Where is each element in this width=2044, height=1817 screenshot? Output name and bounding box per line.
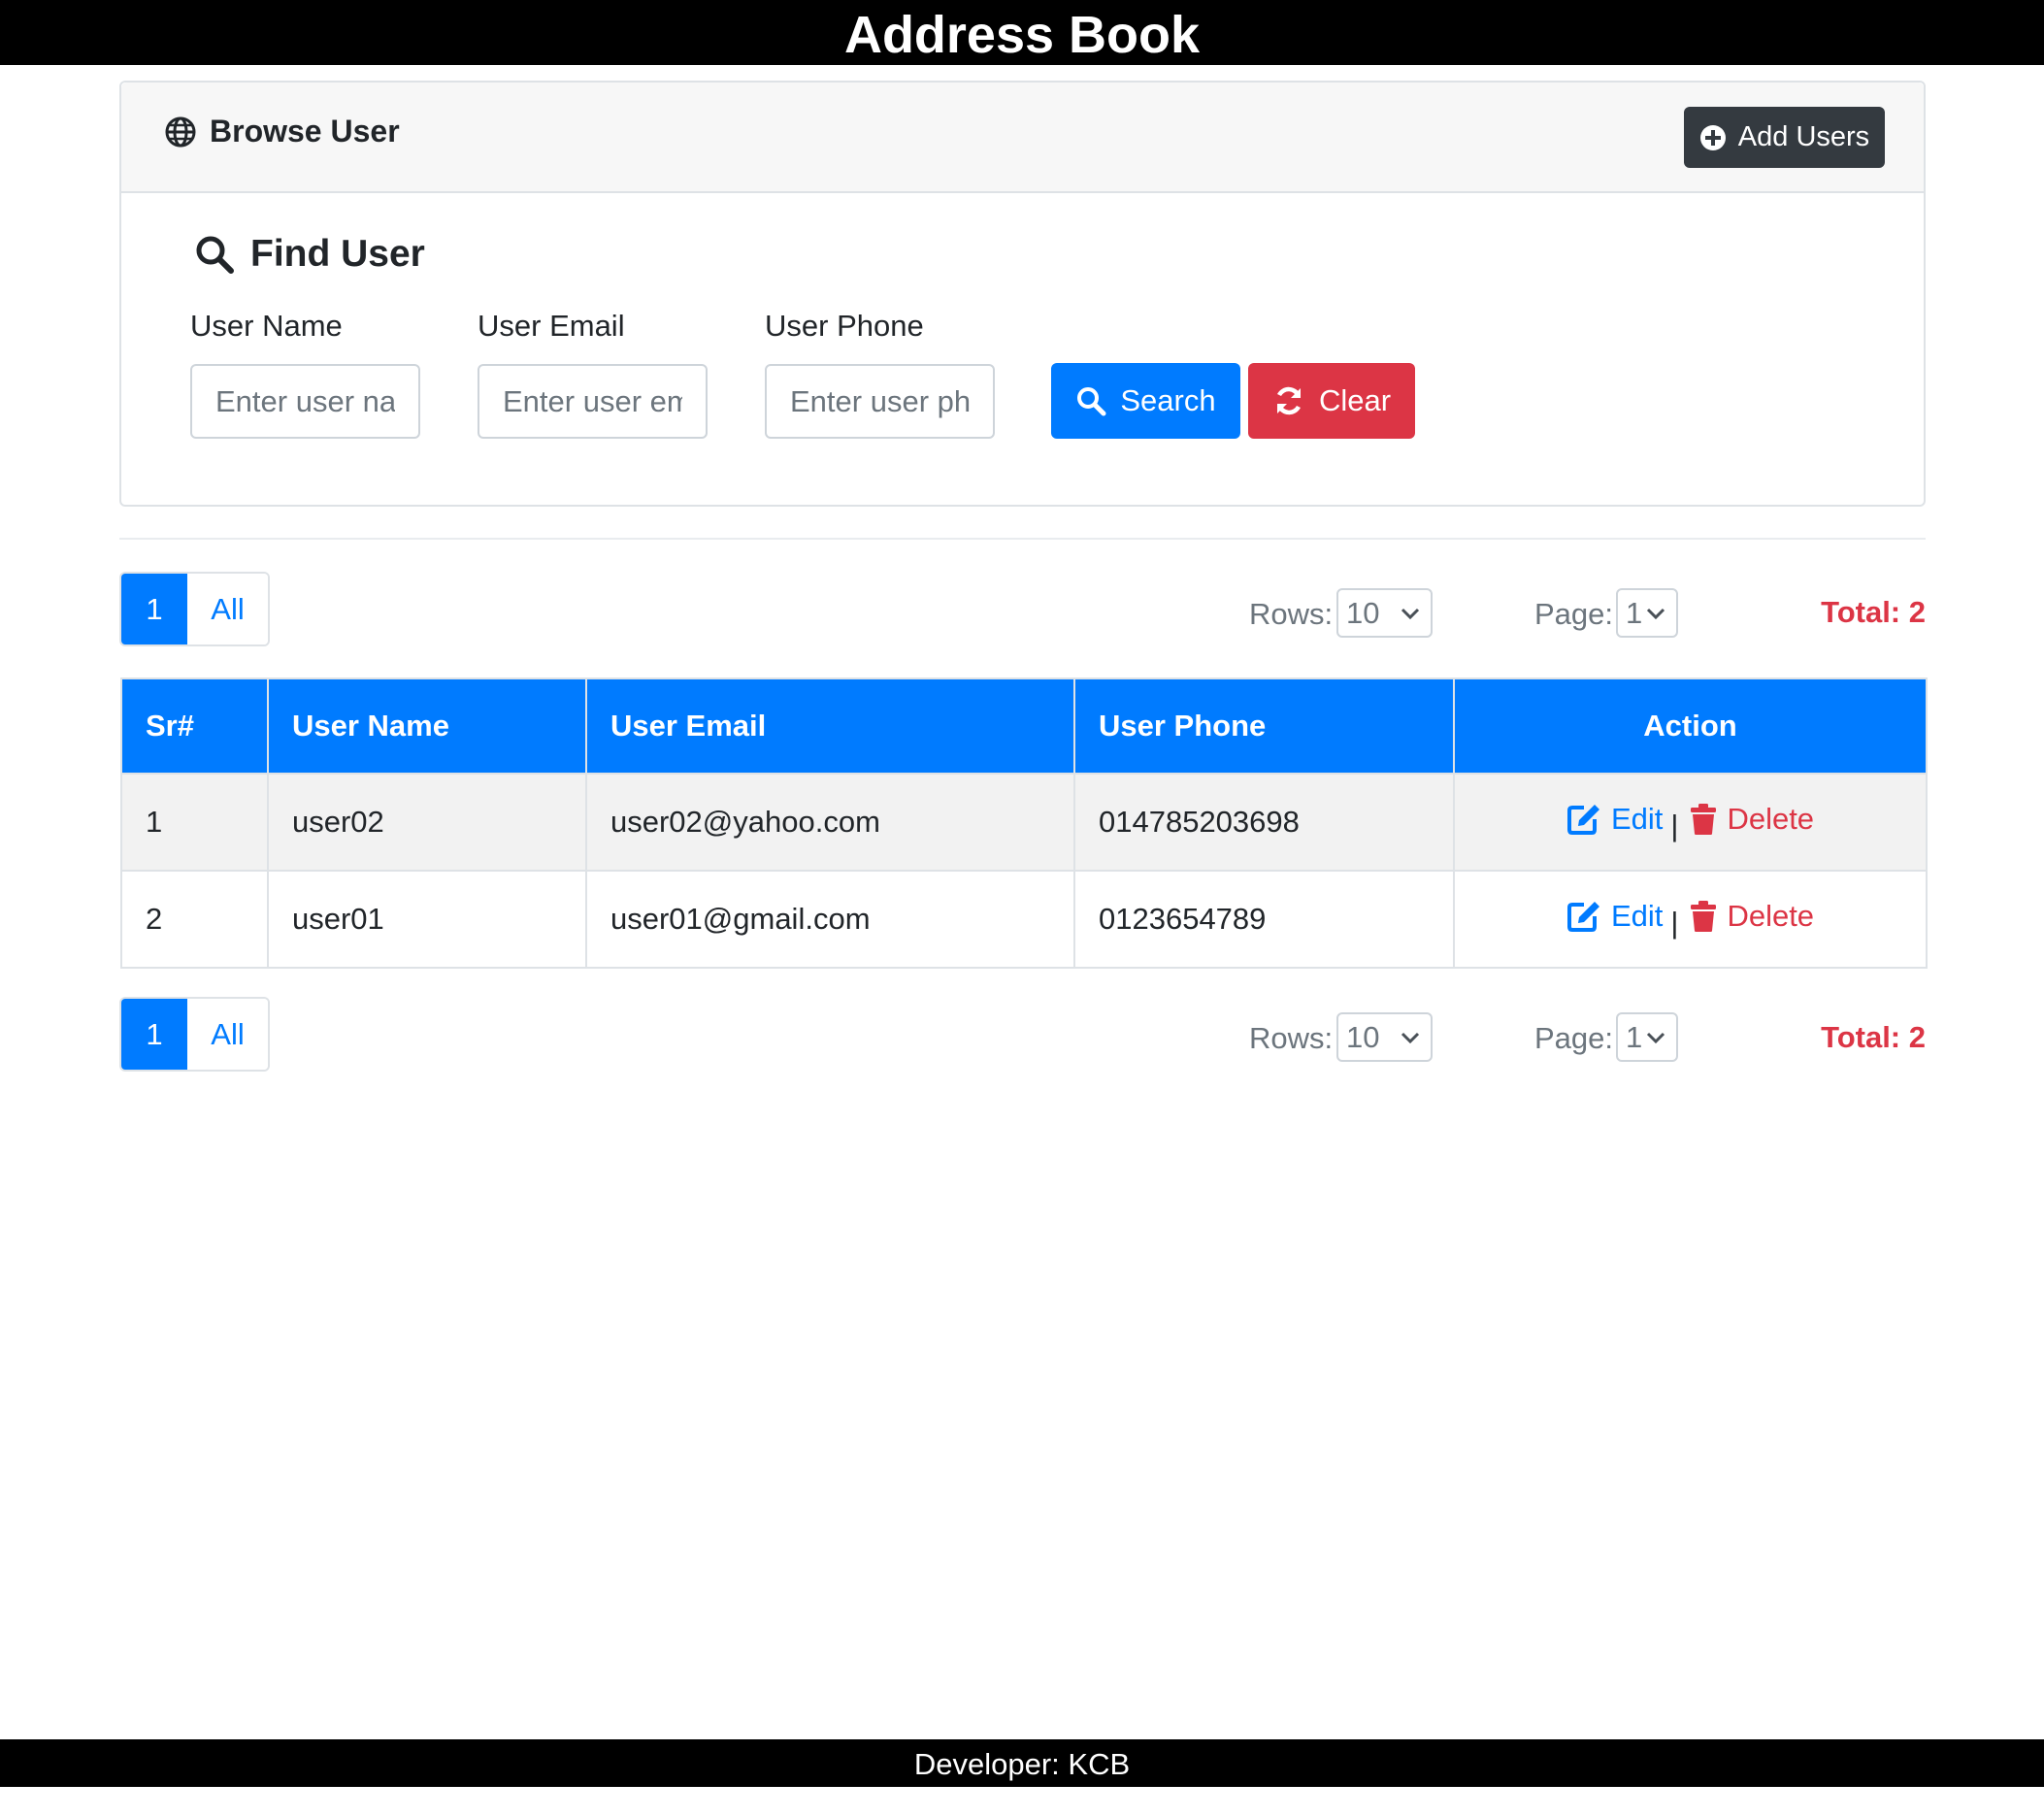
cell-user-email: user01@gmail.com bbox=[585, 870, 1075, 969]
chevron-down-icon bbox=[1646, 608, 1665, 620]
rows-select[interactable]: 10 bbox=[1336, 1012, 1433, 1062]
page-all-button[interactable]: All bbox=[187, 574, 268, 644]
card-header: Browse User Add Users bbox=[121, 83, 1924, 193]
cell-user-phone: 0123654789 bbox=[1073, 870, 1455, 969]
cell-action: Edit | Delete bbox=[1453, 773, 1928, 872]
edit-link[interactable]: Edit bbox=[1566, 802, 1663, 837]
page-select-value: 1 bbox=[1626, 595, 1643, 630]
edit-label: Edit bbox=[1610, 801, 1664, 836]
cell-sr: 2 bbox=[120, 870, 269, 969]
page-1-button[interactable]: 1 bbox=[121, 999, 187, 1070]
search-icon bbox=[1077, 387, 1106, 416]
page-select[interactable]: 1 bbox=[1616, 1012, 1678, 1062]
rows-label: Rows: bbox=[1249, 597, 1334, 631]
search-button[interactable]: Search bbox=[1051, 363, 1240, 439]
rows-label: Rows: bbox=[1249, 1021, 1334, 1055]
clear-button-label: Clear bbox=[1318, 383, 1392, 417]
total-count: Total: 2 bbox=[1821, 1020, 1926, 1054]
chevron-down-icon bbox=[1401, 1032, 1420, 1044]
users-table: Sr# User Name User Email User Phone Acti… bbox=[120, 677, 1928, 969]
rows-select-value: 10 bbox=[1346, 595, 1380, 630]
pagination-bottom: 1 All bbox=[119, 997, 270, 1072]
edit-icon bbox=[1566, 901, 1599, 932]
rows-select-value: 10 bbox=[1346, 1019, 1380, 1054]
delete-label: Delete bbox=[1727, 801, 1815, 836]
app-title: Address Book bbox=[0, 0, 2044, 65]
divider bbox=[119, 538, 1926, 540]
page-1-button[interactable]: 1 bbox=[121, 574, 187, 644]
card-title: Browse User bbox=[165, 114, 400, 149]
user-phone-label: User Phone bbox=[765, 309, 924, 343]
chevron-down-icon bbox=[1646, 1032, 1665, 1044]
user-email-input[interactable] bbox=[478, 364, 708, 439]
delete-link[interactable]: Delete bbox=[1690, 802, 1814, 837]
find-user-label: Find User bbox=[250, 233, 425, 275]
cell-user-name: user01 bbox=[267, 870, 587, 969]
user-email-label: User Email bbox=[478, 309, 625, 343]
edit-label: Edit bbox=[1610, 898, 1664, 933]
col-user-phone: User Phone bbox=[1073, 677, 1455, 775]
edit-link[interactable]: Edit bbox=[1566, 899, 1663, 934]
action-separator: | bbox=[1670, 905, 1679, 940]
table-header-row: Sr# User Name User Email User Phone Acti… bbox=[120, 677, 1928, 775]
col-user-name: User Name bbox=[267, 677, 587, 775]
user-phone-input[interactable] bbox=[765, 364, 995, 439]
col-action: Action bbox=[1453, 677, 1928, 775]
browse-user-card: Browse User Add Users Find User User Nam… bbox=[119, 81, 1926, 507]
edit-icon bbox=[1566, 804, 1599, 835]
cell-user-name: user02 bbox=[267, 773, 587, 872]
total-count: Total: 2 bbox=[1821, 595, 1926, 629]
user-name-label: User Name bbox=[190, 309, 343, 343]
page-all-button[interactable]: All bbox=[187, 999, 268, 1070]
globe-icon bbox=[165, 116, 196, 147]
add-users-label: Add Users bbox=[1737, 121, 1870, 152]
chevron-down-icon bbox=[1401, 608, 1420, 620]
add-users-button[interactable]: Add Users bbox=[1684, 107, 1885, 168]
table-row: 2 user01 user01@gmail.com 0123654789 Edi… bbox=[120, 870, 1928, 969]
footer-developer: Developer: KCB bbox=[0, 1739, 2044, 1787]
cell-sr: 1 bbox=[120, 773, 269, 872]
col-user-email: User Email bbox=[585, 677, 1075, 775]
cell-user-email: user02@yahoo.com bbox=[585, 773, 1075, 872]
cell-action: Edit | Delete bbox=[1453, 870, 1928, 969]
page-label: Page: bbox=[1534, 597, 1614, 631]
user-name-input[interactable] bbox=[190, 364, 420, 439]
clear-button[interactable]: Clear bbox=[1248, 363, 1415, 439]
trash-icon bbox=[1691, 803, 1717, 835]
page-label: Page: bbox=[1534, 1021, 1614, 1055]
page-select-value: 1 bbox=[1626, 1019, 1643, 1054]
action-separator: | bbox=[1670, 808, 1679, 842]
card-title-label: Browse User bbox=[210, 114, 400, 149]
plus-circle-icon bbox=[1699, 124, 1726, 150]
trash-icon bbox=[1691, 900, 1717, 932]
cell-user-phone: 014785203698 bbox=[1073, 773, 1455, 872]
pagination-top: 1 All bbox=[119, 572, 270, 646]
table-row: 1 user02 user02@yahoo.com 014785203698 E… bbox=[120, 773, 1928, 872]
refresh-icon bbox=[1276, 386, 1302, 415]
col-sr: Sr# bbox=[120, 677, 269, 775]
page-select[interactable]: 1 bbox=[1616, 588, 1678, 638]
delete-label: Delete bbox=[1727, 898, 1815, 933]
delete-link[interactable]: Delete bbox=[1690, 899, 1814, 934]
search-button-label: Search bbox=[1120, 383, 1216, 417]
rows-select[interactable]: 10 bbox=[1336, 588, 1433, 638]
search-icon bbox=[196, 236, 234, 274]
find-user-title: Find User bbox=[194, 233, 425, 276]
